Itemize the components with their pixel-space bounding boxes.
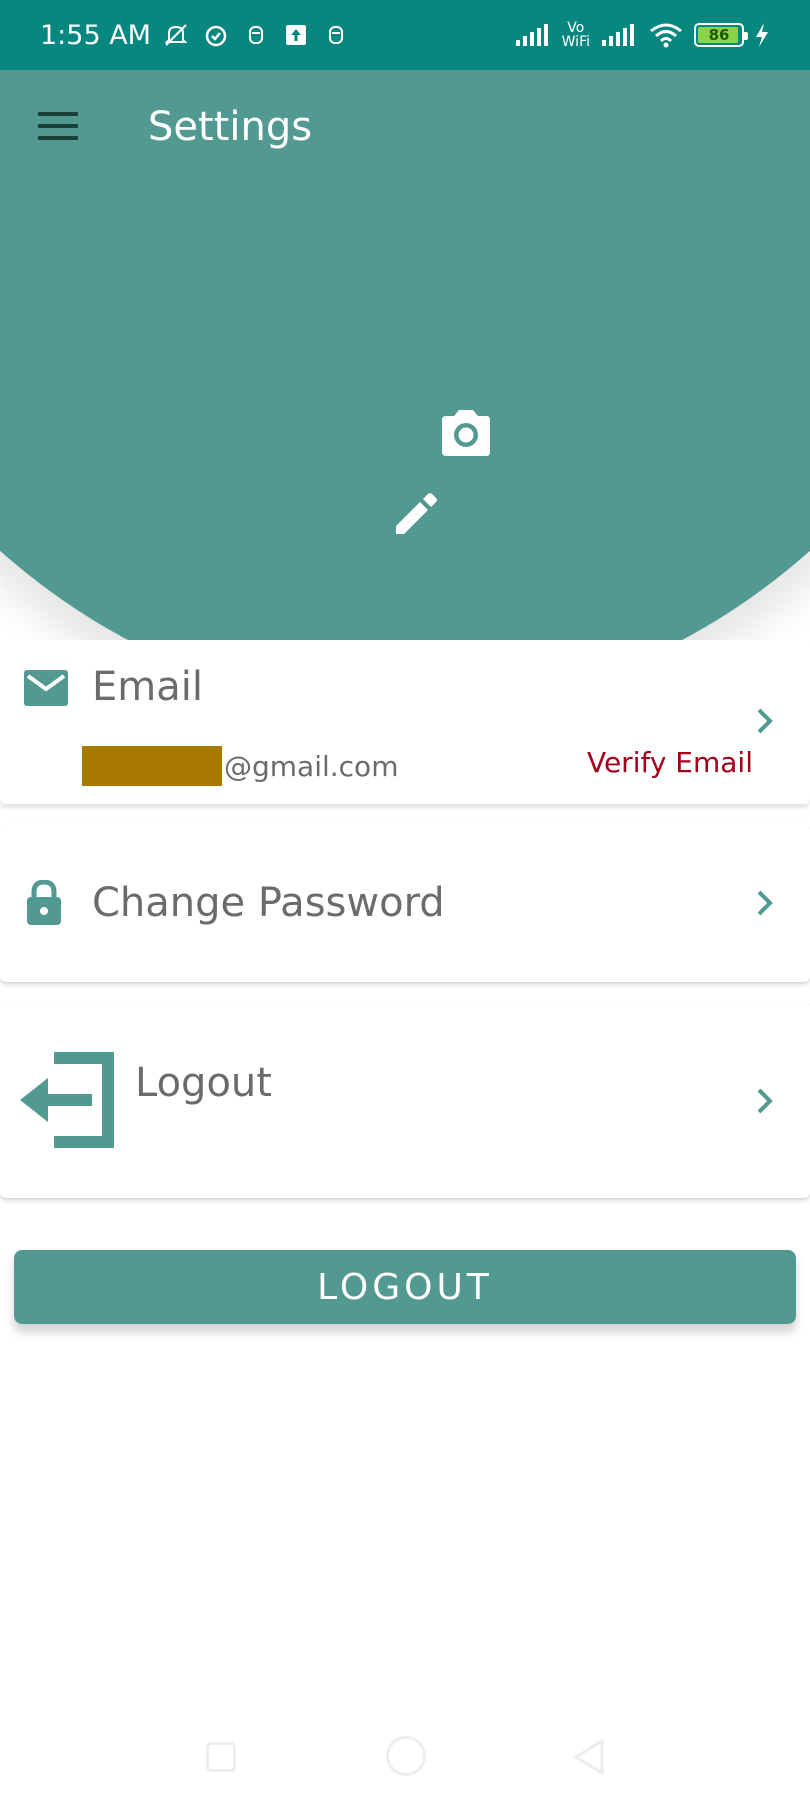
email-suffix: @gmail.com [224,749,399,783]
battery-level: 86 [708,26,730,44]
logout-label: Logout [135,1060,272,1106]
page-title: Settings [148,104,313,150]
email-icon [24,670,68,706]
header-curve [0,70,810,640]
email-value: @gmail.com [82,746,398,786]
verify-email-link[interactable]: Verify Email [587,746,753,779]
hamburger-menu-icon[interactable] [36,108,80,144]
charging-icon [756,23,768,47]
chevron-right-icon[interactable] [754,888,776,918]
email-label: Email [92,664,203,710]
notification-icon [248,26,263,44]
status-right: Vo WiFi 86 [514,21,770,49]
lock-icon [27,880,61,925]
home-icon[interactable] [386,1736,426,1776]
alarm-icon [205,25,227,47]
signal-icon [602,24,634,46]
logout-card[interactable] [0,1002,810,1198]
redacted-block [82,746,222,786]
status-left: 1:55 AM [40,20,351,51]
upload-icon [285,25,306,45]
chevron-right-icon[interactable] [754,1086,776,1116]
back-icon[interactable] [572,1738,606,1776]
change-password-label: Change Password [92,880,445,926]
profile-header [0,70,810,640]
wifi-icon [650,23,682,48]
system-nav-bar [0,1720,810,1800]
chevron-right-icon[interactable] [754,706,776,736]
volte-top: Vo [567,20,585,36]
recents-icon[interactable] [206,1742,236,1772]
battery-icon: 86 [694,23,748,47]
volte-bottom: WiFi [561,34,590,50]
logout-icon [20,1052,114,1148]
status-time: 1:55 AM [40,19,151,51]
signal-icon [515,24,548,46]
status-bar: 1:55 AM Vo WiFi 86 [0,0,810,70]
pencil-icon[interactable] [392,492,438,538]
mute-icon [164,24,188,46]
logout-button[interactable]: LOGOUT [14,1250,796,1324]
camera-icon[interactable] [438,408,494,458]
notification-icon [328,26,343,44]
volte-indicator: Vo WiFi [562,21,590,49]
